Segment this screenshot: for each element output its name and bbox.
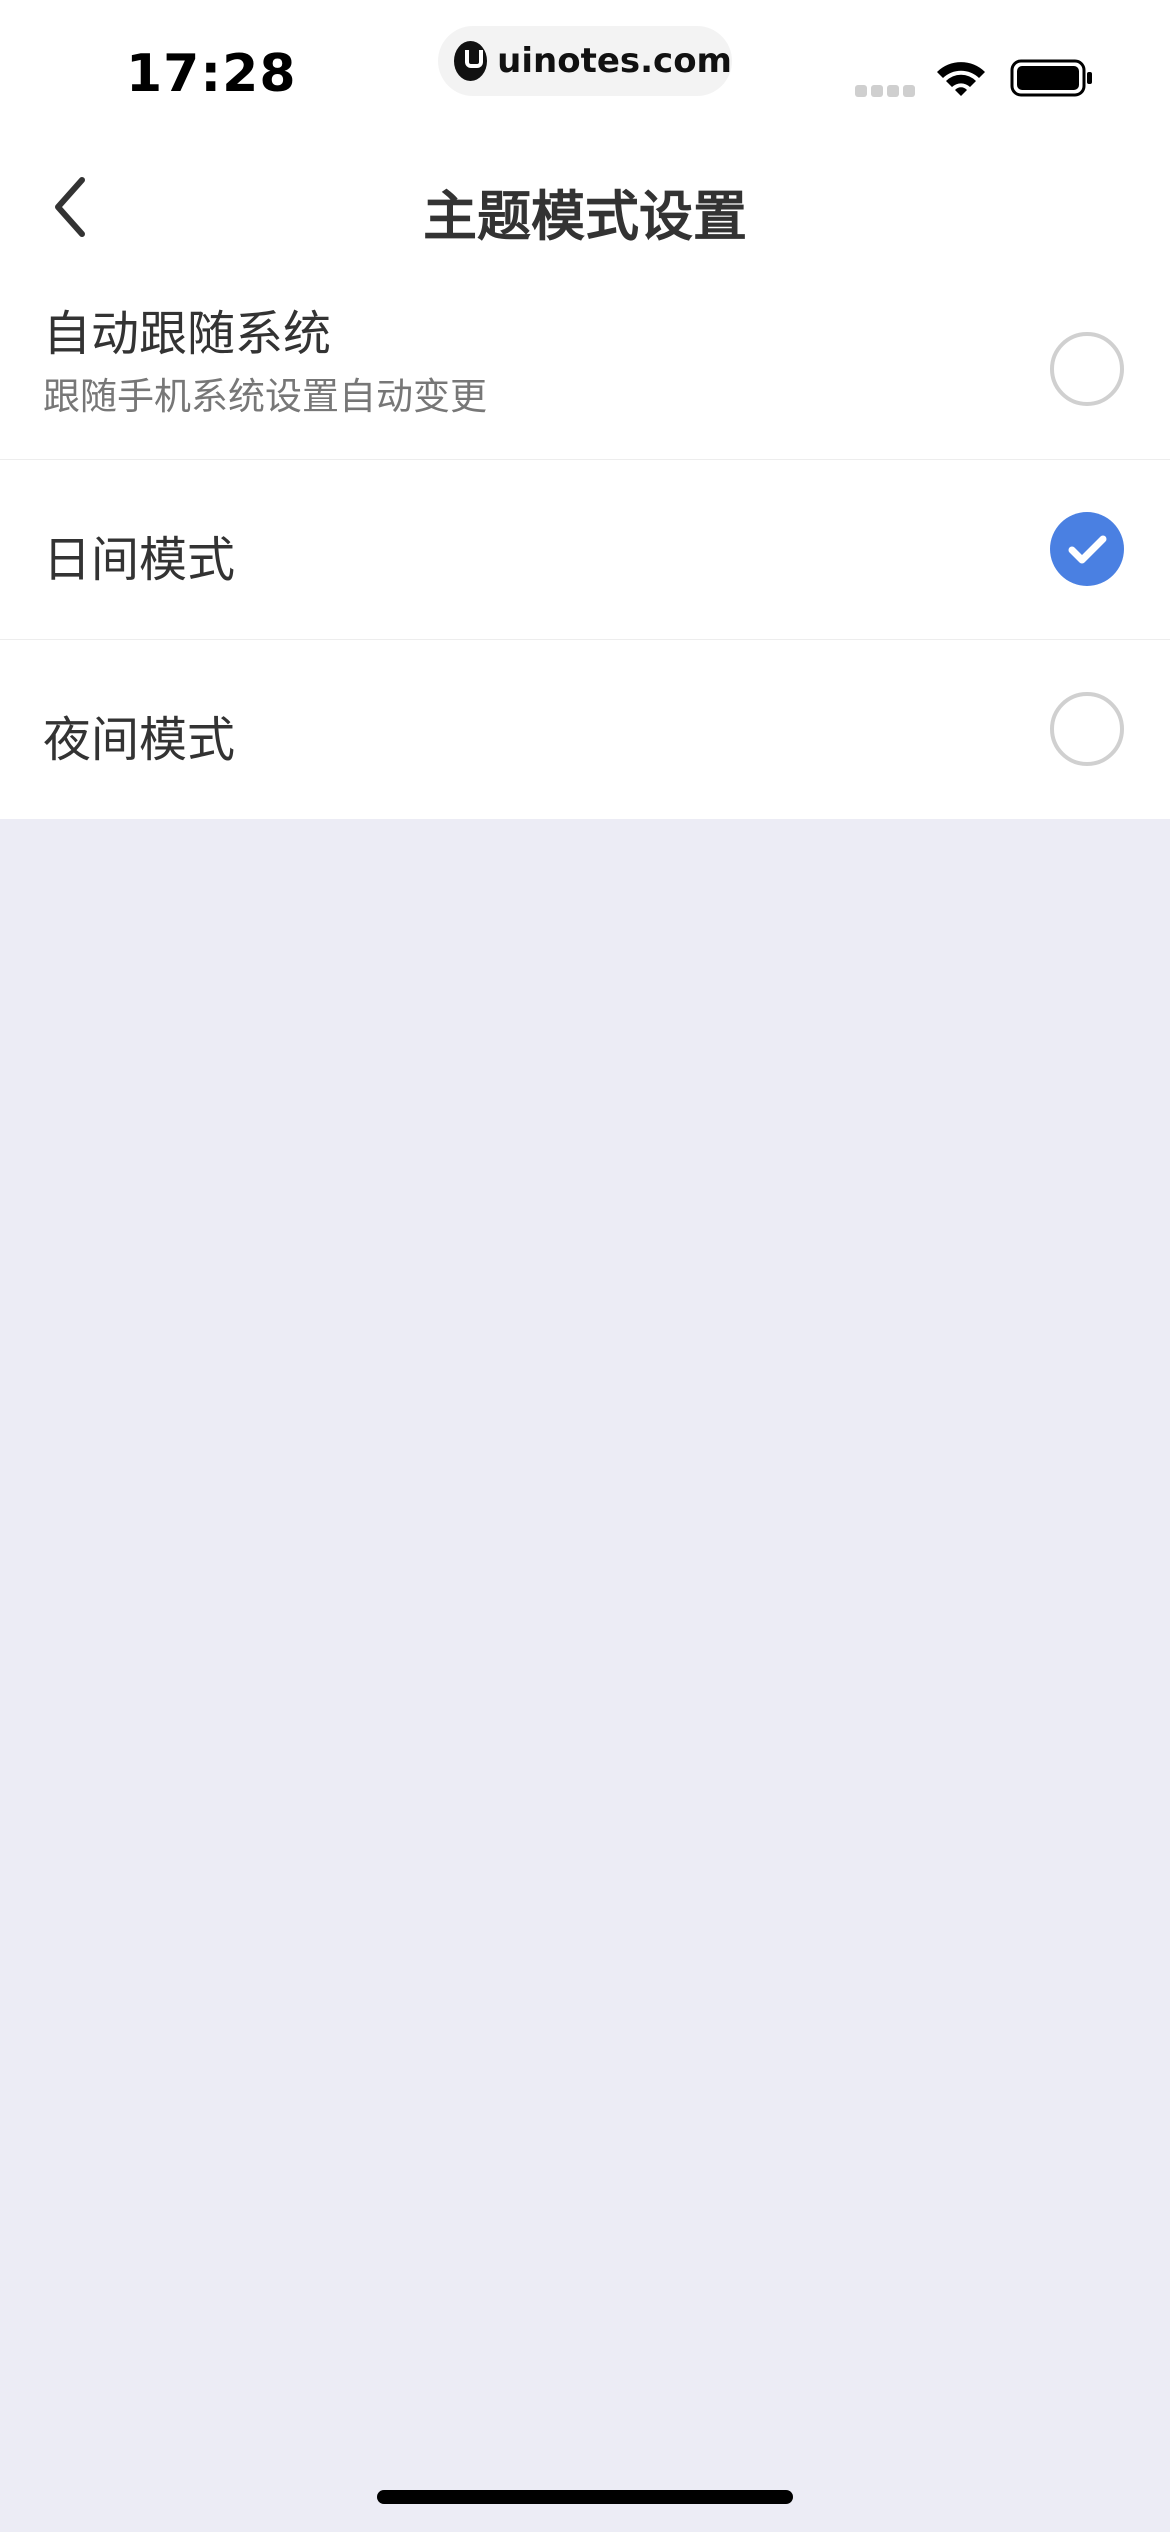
status-bar: 17:28 uinotes.com — [0, 0, 1170, 150]
cellular-signal-icon — [855, 85, 915, 97]
option-title: 日间模式 — [43, 532, 236, 588]
radio-unchecked-icon[interactable] — [1050, 692, 1124, 766]
option-title: 自动跟随系统 — [43, 306, 332, 362]
wifi-icon — [937, 62, 985, 96]
radio-unchecked-icon[interactable] — [1050, 332, 1124, 406]
option-auto-follow-system[interactable]: 自动跟随系统 跟随手机系统设置自动变更 — [0, 280, 1170, 460]
checkmark-icon — [1068, 535, 1107, 564]
status-time: 17:28 — [126, 44, 297, 104]
home-indicator[interactable] — [377, 2490, 793, 2504]
battery-icon — [1010, 59, 1092, 97]
option-subtitle: 跟随手机系统设置自动变更 — [43, 375, 487, 418]
url-text: uinotes.com — [497, 41, 732, 81]
url-pill[interactable]: uinotes.com — [438, 26, 732, 96]
radio-checked-icon[interactable] — [1050, 512, 1124, 586]
option-day-mode[interactable]: 日间模式 — [0, 460, 1170, 640]
option-night-mode[interactable]: 夜间模式 — [0, 640, 1170, 819]
uinotes-logo-icon — [454, 41, 488, 81]
nav-bar: 主题模式设置 — [0, 150, 1170, 280]
page-title: 主题模式设置 — [423, 185, 747, 248]
option-title: 夜间模式 — [43, 712, 236, 768]
theme-options-list: 自动跟随系统 跟随手机系统设置自动变更 日间模式 夜间模式 — [0, 280, 1170, 819]
